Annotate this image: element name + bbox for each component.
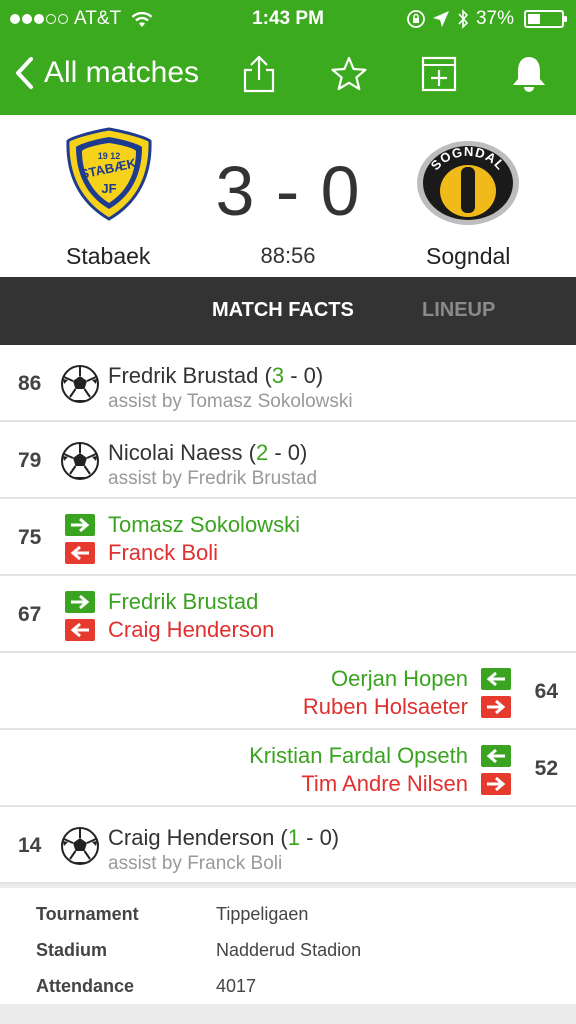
share-icon: [243, 55, 275, 93]
soccer-ball-icon: [61, 442, 99, 480]
bell-icon: [513, 57, 545, 92]
top-bar: AT&T 1:43 PM 37% All matches: [0, 0, 576, 115]
add-to-calendar-button[interactable]: [419, 54, 459, 94]
player-in[interactable]: Kristian Fardal Opseth: [249, 743, 468, 769]
event-row-substitution[interactable]: 64 Oerjan Hopen Ruben Holsaeter: [0, 653, 576, 730]
info-value: 4017: [216, 976, 257, 996]
away-team-logo[interactable]: SOGNDAL: [415, 139, 521, 232]
notifications-button[interactable]: [509, 54, 549, 94]
event-row-goal[interactable]: 14 Craig Henderson (1 - 0) assist by Fra…: [0, 807, 576, 884]
player-in[interactable]: Fredrik Brustad: [108, 589, 258, 615]
arrow-right-out-icon: [481, 696, 511, 718]
event-minute: 64: [534, 680, 558, 703]
event-minute: 75: [18, 526, 42, 549]
event-row-substitution[interactable]: 52 Kristian Fardal Opseth Tim Andre Nils…: [0, 730, 576, 807]
event-minute: 67: [18, 603, 42, 626]
location-icon: [432, 11, 449, 27]
event-row-substitution[interactable]: 67 Fredrik Brustad Craig Henderson: [0, 576, 576, 653]
away-team-name[interactable]: Sogndal: [426, 243, 510, 270]
goal-scorer[interactable]: Fredrik Brustad: [108, 363, 258, 388]
status-bar: AT&T 1:43 PM 37%: [0, 0, 576, 38]
rotation-lock-icon: [407, 10, 425, 28]
bluetooth-icon: [458, 9, 469, 29]
assist-text: assist by Fredrik Brustad: [108, 468, 318, 489]
player-in[interactable]: Tomasz Sokolowski: [108, 512, 300, 538]
arrow-left-out-icon: [65, 619, 95, 641]
event-minute: 14: [18, 834, 42, 857]
player-out[interactable]: Ruben Holsaeter: [303, 694, 468, 720]
info-value: Tippeligaen: [216, 904, 309, 924]
back-label: All matches: [44, 56, 200, 89]
arrow-left-in-icon: [481, 745, 511, 767]
favorite-button[interactable]: [329, 54, 369, 94]
info-row-attendance: Attendance 4017: [0, 976, 576, 1006]
info-value: Nadderud Stadion: [216, 940, 362, 960]
goal-text: Fredrik Brustad (3 - 0): [108, 363, 324, 388]
tab-lineup[interactable]: LINEUP: [422, 299, 495, 322]
arrow-right-in-icon: [65, 514, 95, 536]
arrow-right-out-icon: [481, 773, 511, 795]
info-row-tournament: Tournament Tippeligaen: [0, 904, 576, 934]
event-minute: 79: [18, 449, 42, 472]
tab-match-facts[interactable]: MATCH FACTS: [212, 299, 354, 322]
player-out[interactable]: Tim Andre Nilsen: [301, 771, 468, 797]
event-minute: 86: [18, 372, 42, 395]
info-row-stadium: Stadium Nadderud Stadion: [0, 940, 576, 970]
event-row-substitution[interactable]: 75 Tomasz Sokolowski Franck Boli: [0, 499, 576, 576]
player-out[interactable]: Craig Henderson: [108, 617, 274, 643]
assist-text: assist by Franck Boli: [108, 853, 283, 874]
back-button[interactable]: All matches: [14, 56, 199, 90]
star-icon: [331, 56, 367, 91]
event-row-goal[interactable]: 86 Fredrik Brustad (3 - 0) assist by Tom…: [0, 345, 576, 422]
arrow-left-in-icon: [481, 668, 511, 690]
battery-icon: [524, 10, 567, 28]
chevron-left-icon: [16, 57, 33, 89]
share-button[interactable]: [239, 54, 279, 94]
soccer-ball-icon: [61, 365, 99, 403]
match-events-list: 86 Fredrik Brustad (3 - 0) assist by Tom…: [0, 345, 576, 884]
assist-text: assist by Tomasz Sokolowski: [108, 391, 353, 412]
goal-scorer[interactable]: Nicolai Naess: [108, 440, 243, 465]
tab-bar: MATCH FACTS LINEUP: [0, 277, 576, 345]
player-in[interactable]: Oerjan Hopen: [331, 666, 468, 692]
info-key: Attendance: [36, 976, 135, 996]
goal-scorer[interactable]: Craig Henderson: [108, 825, 274, 850]
bottom-strip: [0, 1004, 576, 1024]
nav-bar: All matches: [0, 38, 576, 115]
battery-percent: 37%: [475, 8, 514, 29]
soccer-ball-icon: [61, 827, 99, 865]
calendar-add-icon: [421, 56, 457, 92]
event-minute: 52: [534, 757, 558, 780]
match-header: 19 12 STABÆK JF Stabaek 3 - 0 88:56 SOGN…: [0, 115, 576, 277]
arrow-left-out-icon: [65, 542, 95, 564]
info-key: Stadium: [36, 940, 108, 960]
status-right: 37%: [406, 8, 567, 30]
goal-text: Nicolai Naess (2 - 0): [108, 440, 308, 465]
player-out[interactable]: Franck Boli: [108, 540, 218, 566]
arrow-right-in-icon: [65, 591, 95, 613]
info-key: Tournament: [36, 904, 139, 924]
goal-text: Craig Henderson (1 - 0): [108, 825, 340, 850]
event-row-goal[interactable]: 79 Nicolai Naess (2 - 0) assist by Fredr…: [0, 422, 576, 499]
